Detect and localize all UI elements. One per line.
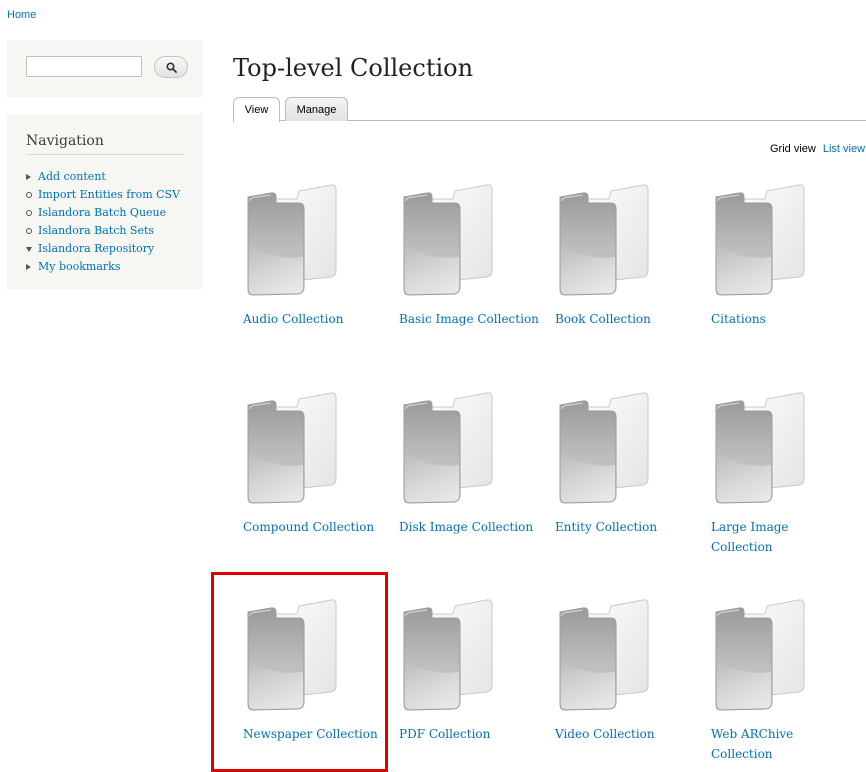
breadcrumb-home-link[interactable]: Home (7, 9, 36, 21)
tab-view[interactable]: View (233, 97, 280, 122)
folder-icon (559, 392, 649, 504)
collection-tile[interactable]: PDF Collection (387, 598, 537, 768)
collection-label[interactable]: Newspaper Collection (243, 724, 383, 744)
collection-tile[interactable]: Large Image Collection (699, 391, 849, 561)
nav-item-label[interactable]: Import Entities from CSV (38, 187, 180, 203)
nav-item-islandora-repository[interactable]: Islandora Repository (26, 240, 180, 258)
collection-label[interactable]: Web ARChive Collection (711, 724, 851, 764)
breadcrumb: Home (7, 9, 36, 21)
collection-label[interactable]: Citations (711, 309, 851, 329)
folder-icon (559, 599, 649, 711)
nav-item-label[interactable]: Islandora Repository (38, 241, 154, 257)
collection-tile[interactable]: Disk Image Collection (387, 391, 537, 561)
search-button[interactable] (154, 56, 188, 78)
nav-item-label[interactable]: Islandora Batch Sets (38, 223, 154, 239)
nav-item-import-entities[interactable]: Import Entities from CSV (26, 186, 180, 204)
collection-tile[interactable]: Newspaper Collection (231, 598, 381, 768)
nav-item-label[interactable]: My bookmarks (38, 259, 120, 275)
grid-view-link[interactable]: Grid view (770, 143, 816, 155)
collection-label[interactable]: Entity Collection (555, 517, 695, 537)
triangle-right-icon (26, 174, 38, 180)
collection-tile[interactable]: Entity Collection (543, 391, 693, 561)
search-block (7, 40, 203, 97)
nav-item-my-bookmarks[interactable]: My bookmarks (26, 258, 180, 276)
collection-label[interactable]: Video Collection (555, 724, 695, 744)
circle-bullet-icon (26, 210, 38, 216)
folder-icon (559, 184, 649, 296)
collection-tile[interactable]: Compound Collection (231, 391, 381, 561)
list-view-link[interactable]: List view (823, 143, 865, 155)
search-input[interactable] (26, 56, 142, 77)
view-switch: Grid view List view (770, 143, 865, 155)
page-title: Top-level Collection (233, 54, 474, 82)
folder-icon (403, 392, 493, 504)
collection-label[interactable]: Compound Collection (243, 517, 383, 537)
collection-tile[interactable]: Book Collection (543, 183, 693, 353)
folder-icon (247, 599, 337, 711)
folder-icon (715, 184, 805, 296)
triangle-down-icon (26, 246, 38, 252)
nav-item-batch-queue[interactable]: Islandora Batch Queue (26, 204, 180, 222)
nav-item-add-content[interactable]: Add content (26, 168, 180, 186)
nav-item-batch-sets[interactable]: Islandora Batch Sets (26, 222, 180, 240)
navigation-title: Navigation (26, 133, 184, 155)
folder-icon (247, 184, 337, 296)
collection-label[interactable]: Disk Image Collection (399, 517, 539, 537)
collection-tile[interactable]: Audio Collection (231, 183, 381, 353)
collection-label[interactable]: Basic Image Collection (399, 309, 539, 329)
collection-label[interactable]: PDF Collection (399, 724, 539, 744)
navigation-block: Navigation Add content Import Entities f… (7, 114, 203, 289)
collection-tile[interactable]: Video Collection (543, 598, 693, 768)
nav-item-label[interactable]: Add content (38, 169, 106, 185)
folder-icon (403, 599, 493, 711)
folder-icon (715, 392, 805, 504)
triangle-right-icon (26, 264, 38, 270)
collection-label[interactable]: Large Image Collection (711, 517, 851, 557)
collection-tile[interactable]: Citations (699, 183, 849, 353)
folder-icon (715, 599, 805, 711)
circle-bullet-icon (26, 228, 38, 234)
navigation-menu: Add content Import Entities from CSV Isl… (26, 168, 180, 276)
collection-tile[interactable]: Web ARChive Collection (699, 598, 849, 768)
collection-label[interactable]: Book Collection (555, 309, 695, 329)
folder-icon (403, 184, 493, 296)
nav-item-label[interactable]: Islandora Batch Queue (38, 205, 166, 221)
folder-icon (247, 392, 337, 504)
search-icon (165, 61, 177, 73)
circle-bullet-icon (26, 192, 38, 198)
tab-manage[interactable]: Manage (285, 97, 348, 121)
collection-label[interactable]: Audio Collection (243, 309, 383, 329)
collection-tile[interactable]: Basic Image Collection (387, 183, 539, 353)
